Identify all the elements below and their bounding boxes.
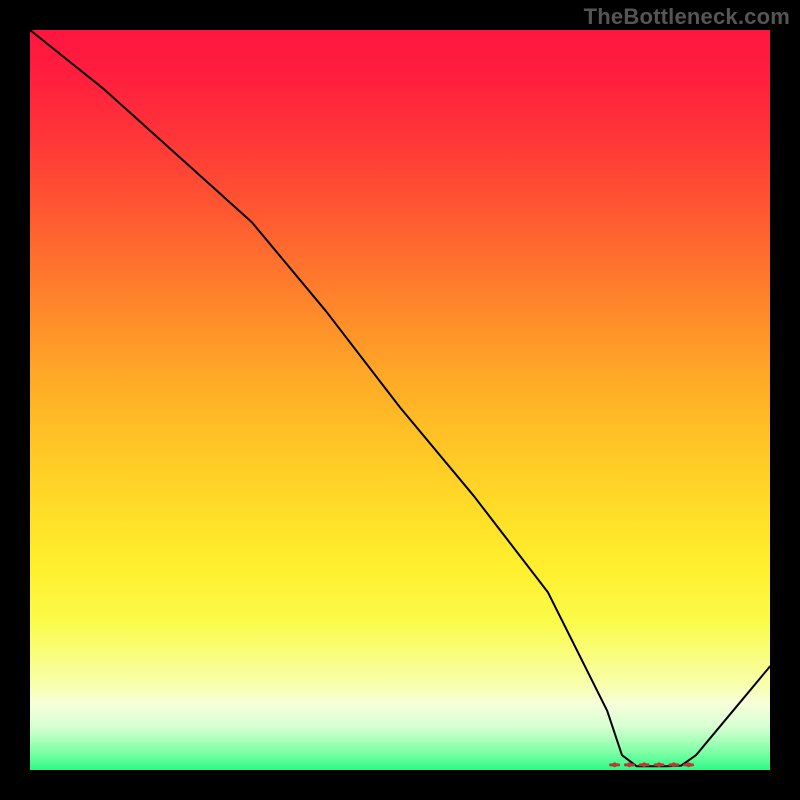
chart-svg (30, 30, 770, 770)
plot-area (30, 30, 770, 770)
watermark-text: TheBottleneck.com (584, 4, 790, 30)
chart-frame: TheBottleneck.com (0, 0, 800, 800)
chart-curve (30, 30, 770, 766)
